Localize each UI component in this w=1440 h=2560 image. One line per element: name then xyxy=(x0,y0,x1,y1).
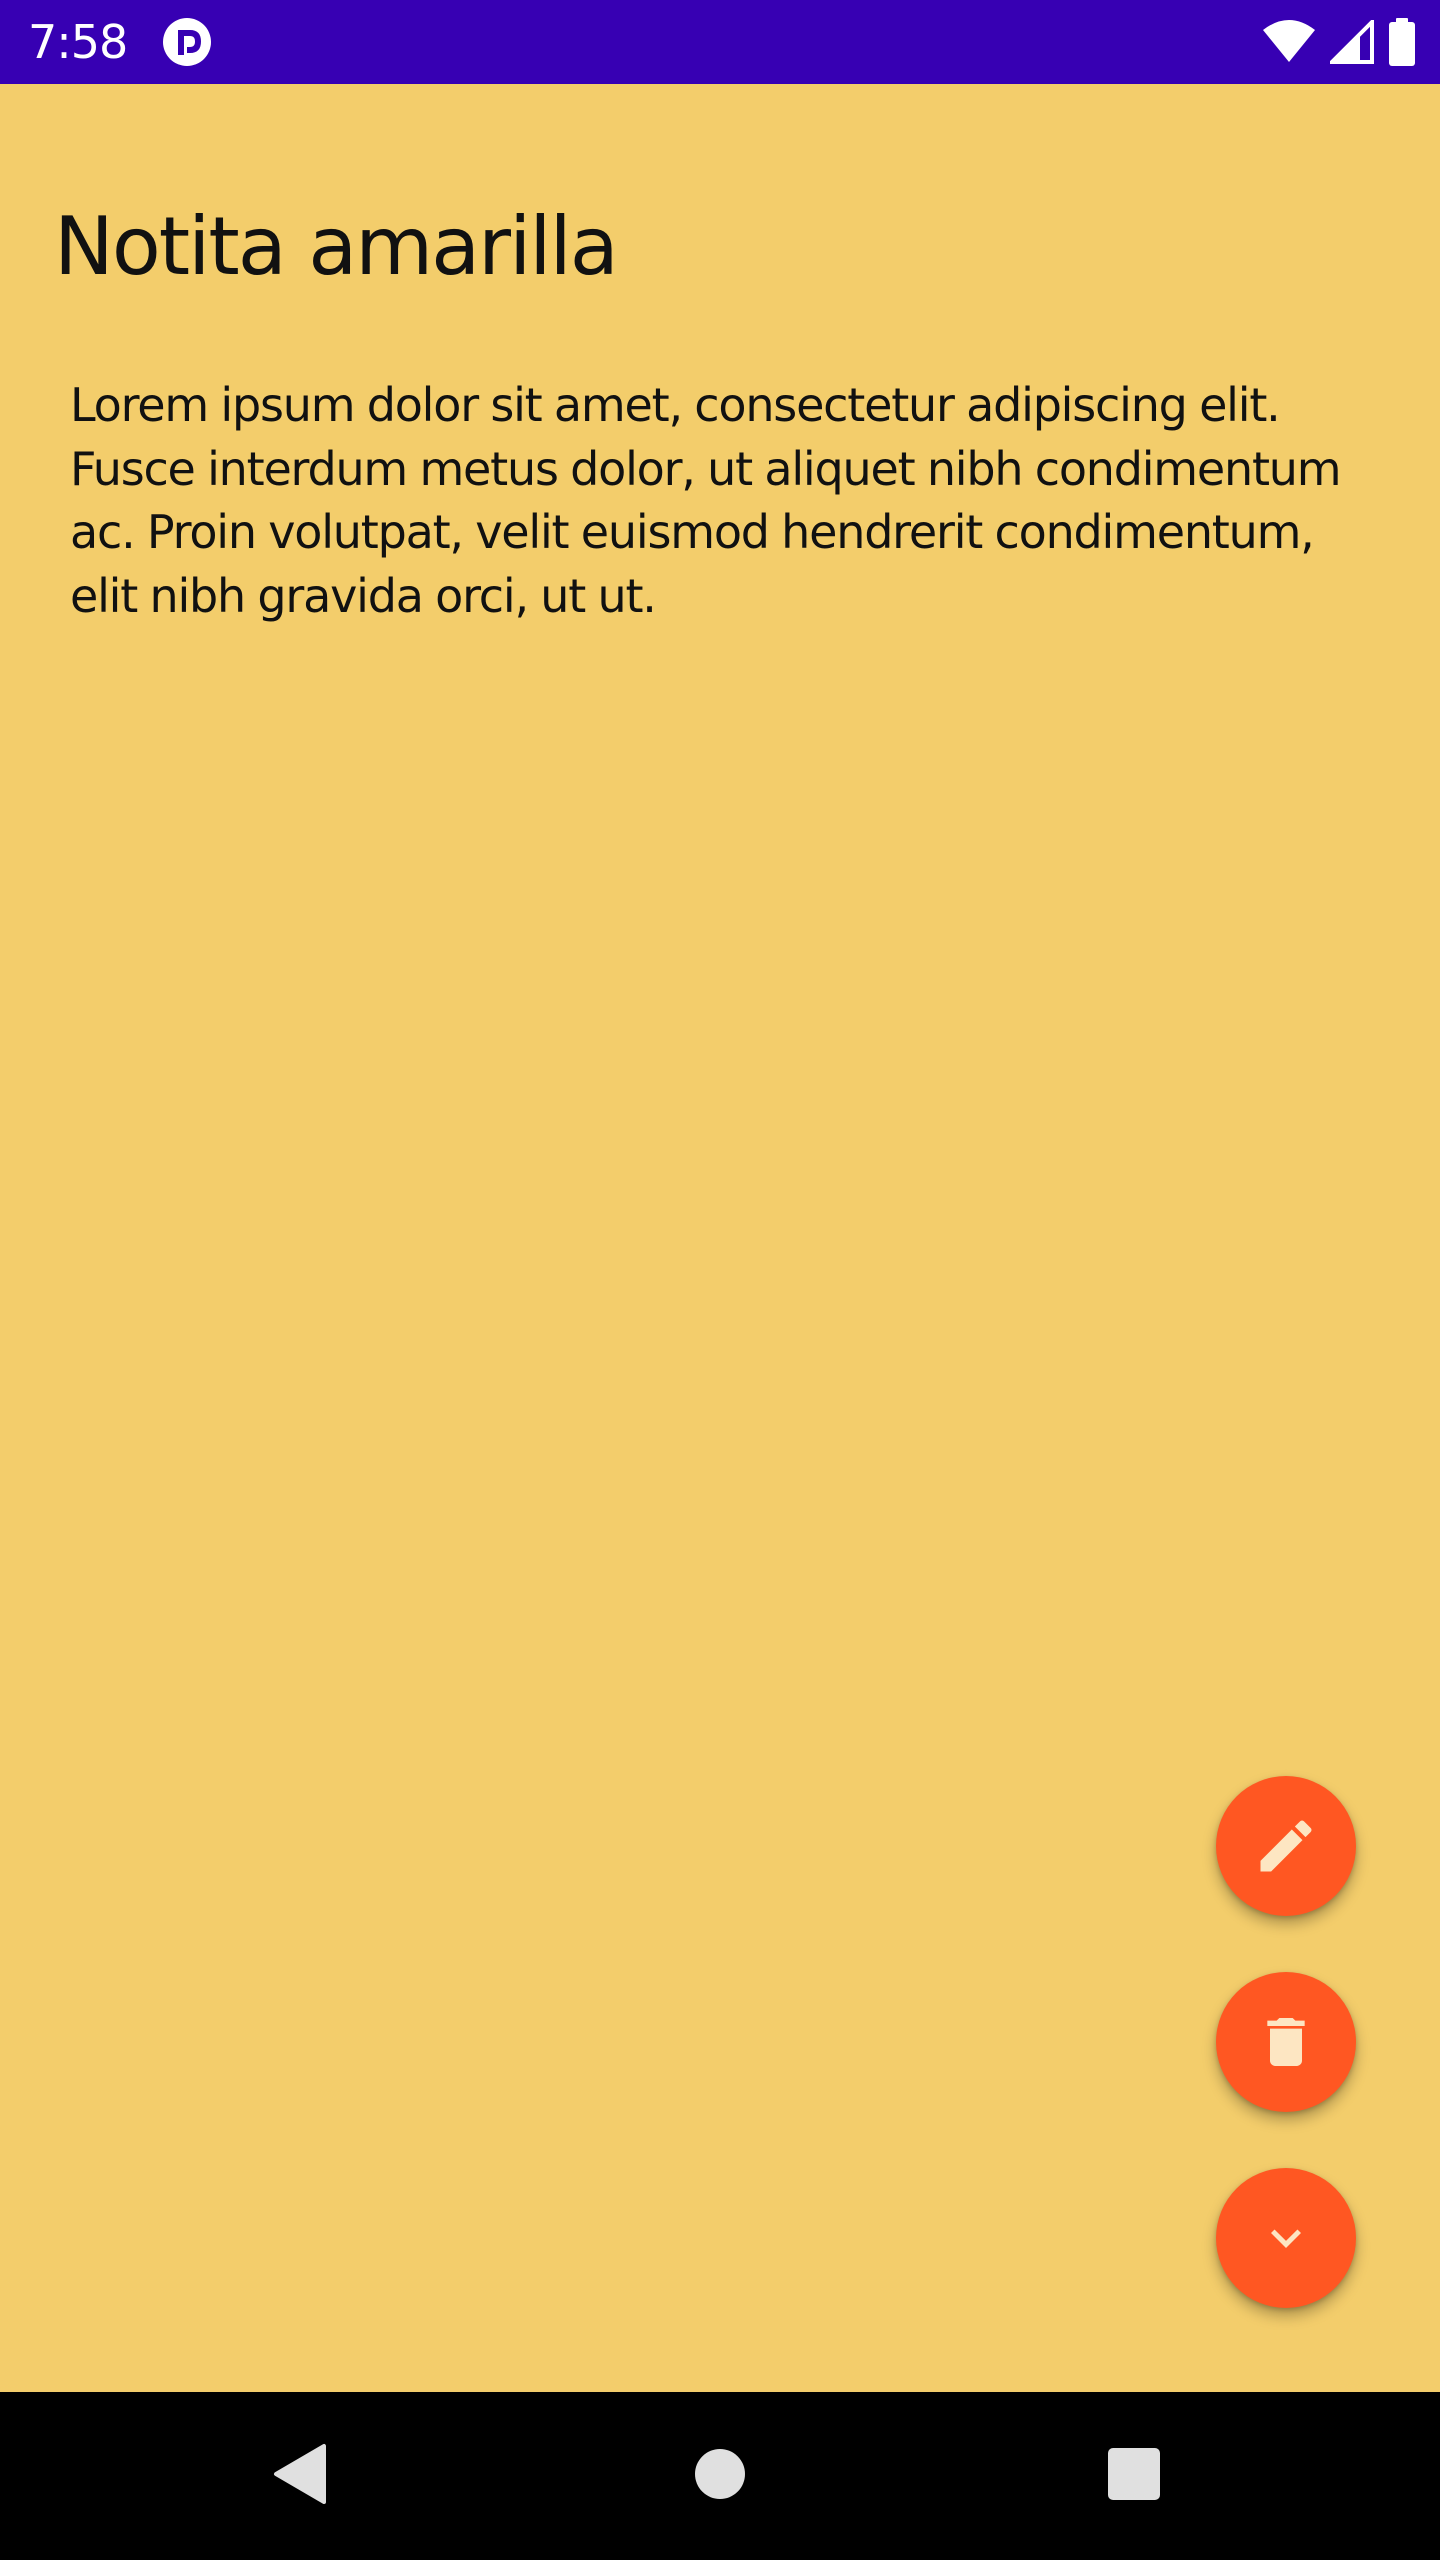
delete-note-button[interactable] xyxy=(1216,1972,1356,2112)
notification-app-icon xyxy=(162,17,212,67)
chevron-down-icon xyxy=(1256,2208,1316,2268)
battery-icon xyxy=(1388,18,1416,66)
status-bar: 7:58 xyxy=(0,0,1440,84)
note-title: Notita amarilla xyxy=(54,200,619,293)
recents-button[interactable] xyxy=(1084,2426,1184,2526)
home-circle-icon xyxy=(694,2448,746,2504)
cellular-signal-icon xyxy=(1330,20,1374,64)
status-time: 7:58 xyxy=(28,15,128,69)
trash-icon xyxy=(1254,2010,1318,2074)
wifi-icon xyxy=(1262,20,1316,64)
note-body: Lorem ipsum dolor sit amet, consectetur … xyxy=(70,378,1342,623)
collapse-menu-button[interactable] xyxy=(1216,2168,1356,2308)
navigation-bar xyxy=(0,2392,1440,2560)
recents-square-icon xyxy=(1107,2447,1161,2505)
back-button[interactable] xyxy=(250,2426,350,2526)
home-button[interactable] xyxy=(670,2426,770,2526)
edit-note-button[interactable] xyxy=(1216,1776,1356,1916)
pencil-icon xyxy=(1252,1812,1320,1880)
back-triangle-icon xyxy=(270,2442,330,2510)
